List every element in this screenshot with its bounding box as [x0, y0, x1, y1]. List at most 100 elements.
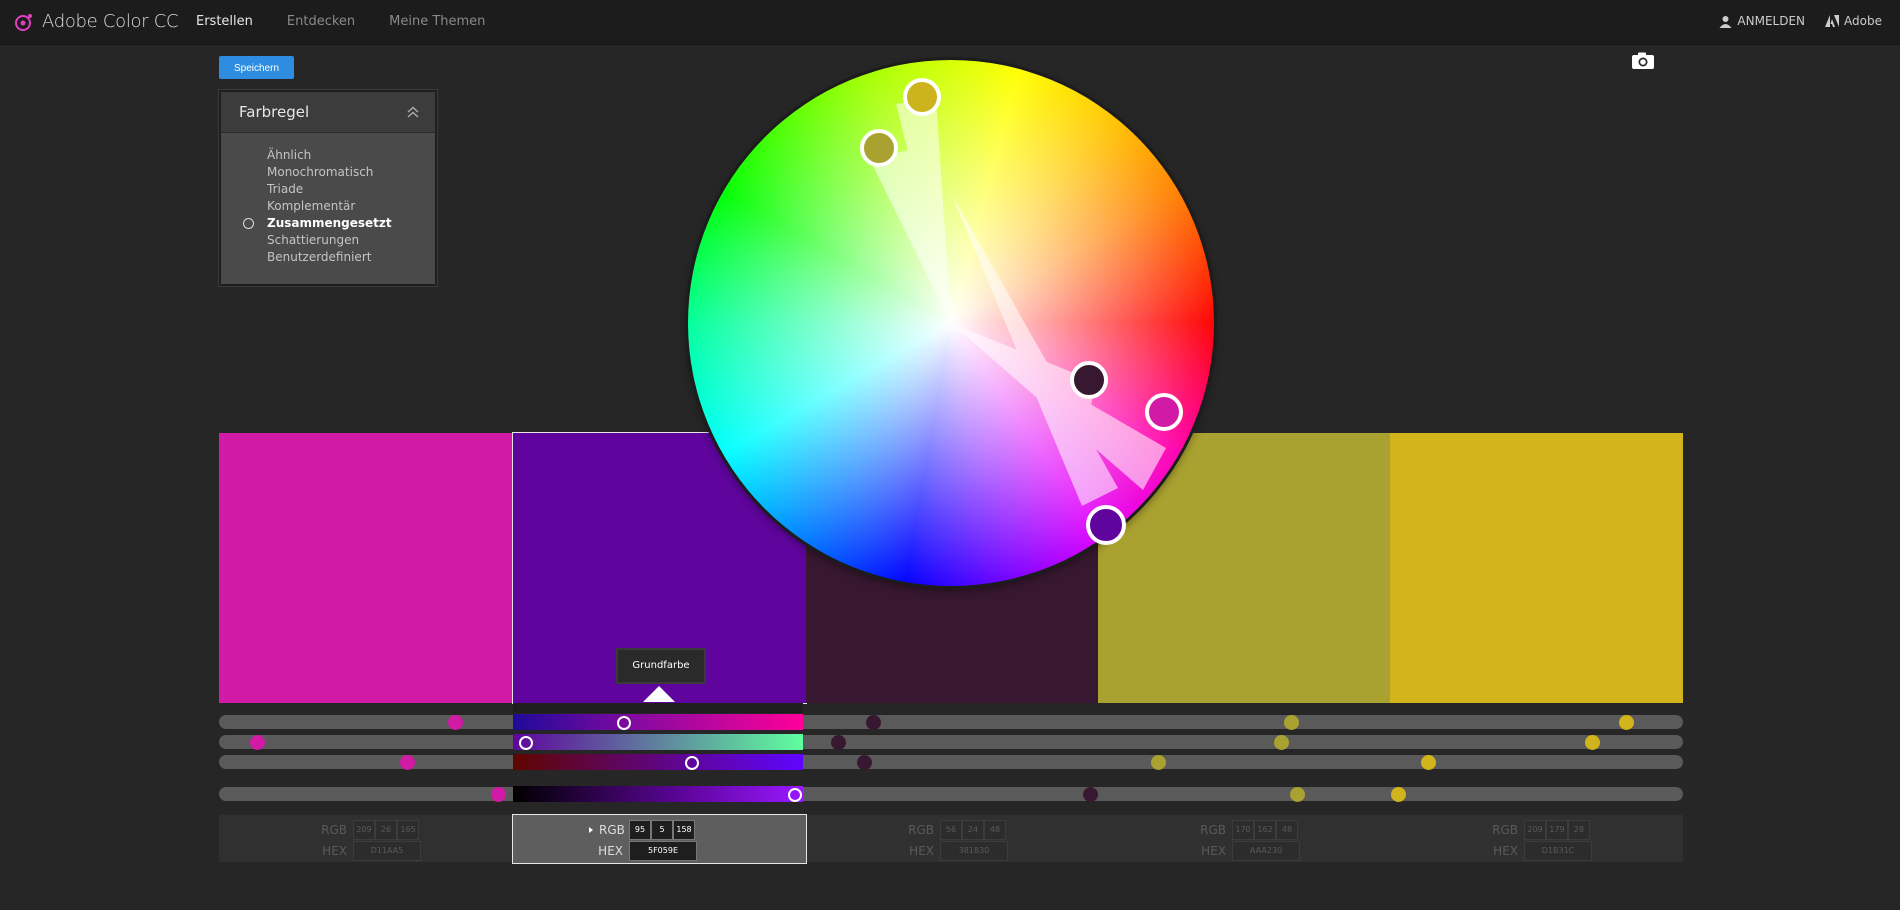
radio-selected-icon: [243, 218, 254, 229]
r-value[interactable]: 209: [353, 820, 375, 840]
g-value[interactable]: 26: [375, 820, 397, 840]
slider-knob-blue[interactable]: [685, 756, 699, 770]
slider-dot[interactable]: [250, 735, 265, 750]
g-value[interactable]: 5: [651, 820, 673, 840]
top-bar: Adobe Color CC Erstellen Entdecken Meine…: [0, 0, 1900, 45]
g-value[interactable]: 179: [1546, 820, 1568, 840]
slider-track-1[interactable]: [219, 715, 1683, 729]
rule-komplementaer[interactable]: Komplementär: [267, 198, 435, 215]
slider-dot[interactable]: [491, 787, 506, 802]
camera-icon[interactable]: [1631, 52, 1655, 70]
slider-dot[interactable]: [1284, 715, 1299, 730]
g-value[interactable]: 162: [1254, 820, 1276, 840]
adobe-link[interactable]: Adobe: [1825, 14, 1882, 28]
rule-schattierungen[interactable]: Schattierungen: [267, 232, 435, 249]
hex-value[interactable]: AAA230: [1232, 841, 1300, 861]
rule-label: Zusammengesetzt: [267, 216, 392, 230]
chevron-up-double-icon[interactable]: [407, 106, 419, 118]
values-swatch-1: RGB 209 26 165 HEX D11AA5: [219, 820, 512, 861]
wheel-spokes: [870, 98, 1166, 506]
r-value[interactable]: 95: [629, 820, 651, 840]
handle-base-5f059e[interactable]: [1086, 505, 1126, 545]
rule-zusammengesetzt[interactable]: Zusammengesetzt: [243, 215, 435, 232]
main-nav: Erstellen Entdecken Meine Themen: [196, 14, 485, 29]
values-swatch-2: RGB 95 5 158 HEX 5F059E: [512, 814, 807, 864]
slider-knob-red[interactable]: [617, 716, 631, 730]
slider-dot[interactable]: [857, 755, 872, 770]
b-value[interactable]: 48: [1276, 820, 1298, 840]
wheel-handles: [860, 78, 1183, 545]
account-area: ANMELDEN Adobe: [1719, 14, 1882, 28]
slider-dot[interactable]: [831, 735, 846, 750]
tooltip-arrow: [643, 686, 675, 702]
slider-dot[interactable]: [1391, 787, 1406, 802]
rule-aehnlich[interactable]: Ähnlich: [267, 147, 435, 164]
app-logo[interactable]: Adobe Color CC: [14, 11, 179, 32]
rule-monochromatisch[interactable]: Monochromatisch: [267, 164, 435, 181]
values-swatch-4: RGB 170 162 48 HEX AAA230: [1098, 820, 1391, 861]
hex-value[interactable]: 381830: [940, 841, 1008, 861]
rule-benutzerdefiniert[interactable]: Benutzerdefiniert: [267, 249, 435, 266]
handle-d1b31c[interactable]: [903, 78, 941, 116]
b-value[interactable]: 158: [673, 820, 695, 840]
slider-dot[interactable]: [1151, 755, 1166, 770]
login-link[interactable]: ANMELDEN: [1719, 14, 1805, 28]
b-value[interactable]: 28: [1568, 820, 1590, 840]
slider-dot[interactable]: [1274, 735, 1289, 750]
slider-knob-brightness[interactable]: [788, 788, 802, 802]
r-value[interactable]: 170: [1232, 820, 1254, 840]
rgb-label: RGB: [1200, 823, 1226, 837]
hex-label: HEX: [322, 844, 347, 858]
panel-header[interactable]: Farbregel: [221, 92, 435, 133]
adobe-label: Adobe: [1844, 14, 1882, 28]
blue-channel-gradient[interactable]: [513, 754, 803, 770]
handle-381830[interactable]: [1070, 361, 1108, 399]
active-slider-top: [513, 703, 803, 713]
adobe-color-logo-icon: [15, 13, 32, 31]
slider-track-2[interactable]: [219, 735, 1683, 749]
hex-value[interactable]: D11AA5: [353, 841, 421, 861]
base-color-tooltip: Grundfarbe: [616, 648, 706, 684]
slider-track-3[interactable]: [219, 755, 1683, 769]
rule-triade[interactable]: Triade: [267, 181, 435, 198]
slider-knob-green[interactable]: [519, 736, 533, 750]
hex-value[interactable]: D1B31C: [1524, 841, 1592, 861]
values-swatch-5: RGB 209 179 28 HEX D1B31C: [1390, 820, 1683, 861]
hex-value[interactable]: 5F059E: [629, 841, 697, 861]
swatch-1[interactable]: [219, 433, 512, 703]
rgb-label: RGB: [908, 823, 934, 837]
slider-dot[interactable]: [448, 715, 463, 730]
slider-track-4[interactable]: [219, 787, 1683, 801]
swatch-5[interactable]: [1390, 433, 1683, 703]
triangle-right-icon[interactable]: [587, 826, 595, 834]
slider-dot[interactable]: [1083, 787, 1098, 802]
panel-title: Farbregel: [239, 103, 310, 121]
b-value[interactable]: 165: [397, 820, 419, 840]
handle-aaa230[interactable]: [860, 129, 898, 167]
slider-dot[interactable]: [1290, 787, 1305, 802]
nav-entdecken[interactable]: Entdecken: [287, 14, 355, 29]
b-value[interactable]: 48: [984, 820, 1006, 840]
app-title: Adobe Color CC: [42, 11, 179, 32]
handle-d11aa5[interactable]: [1145, 393, 1183, 431]
user-icon: [1719, 15, 1732, 28]
hex-label: HEX: [1201, 844, 1226, 858]
r-value[interactable]: 56: [940, 820, 962, 840]
g-value[interactable]: 24: [962, 820, 984, 840]
red-channel-gradient[interactable]: [513, 714, 803, 730]
save-button[interactable]: Speichern: [219, 56, 294, 79]
slider-dot[interactable]: [400, 755, 415, 770]
nav-meine-themen[interactable]: Meine Themen: [389, 14, 485, 29]
r-value[interactable]: 209: [1524, 820, 1546, 840]
rgb-label: RGB: [321, 823, 347, 837]
nav-erstellen[interactable]: Erstellen: [196, 14, 253, 29]
slider-dot[interactable]: [866, 715, 881, 730]
slider-dot[interactable]: [1421, 755, 1436, 770]
slider-dot[interactable]: [1585, 735, 1600, 750]
slider-dot[interactable]: [1619, 715, 1634, 730]
login-label: ANMELDEN: [1737, 14, 1806, 28]
hex-label: HEX: [598, 844, 623, 858]
brightness-gradient[interactable]: [513, 786, 803, 802]
hex-label: HEX: [1493, 844, 1518, 858]
green-channel-gradient[interactable]: [513, 734, 803, 750]
